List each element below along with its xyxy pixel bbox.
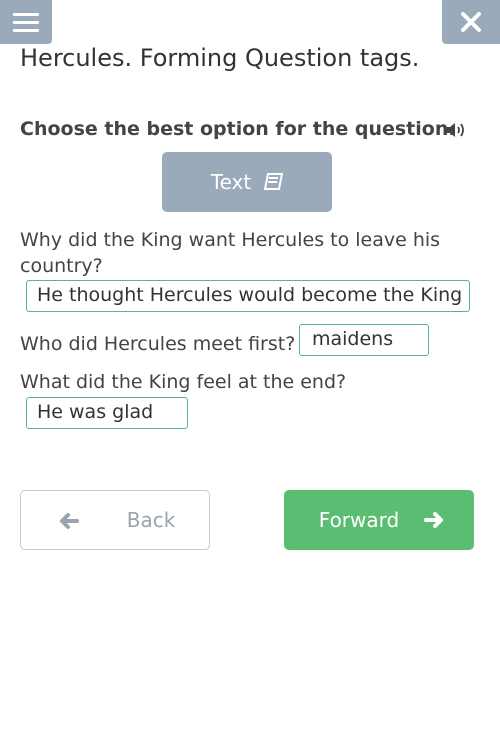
forward-button-label: Forward (318, 508, 400, 532)
back-button-label: Back (126, 508, 176, 532)
page-title: Hercules. Forming Question tags. (20, 44, 420, 72)
speaker-icon[interactable] (444, 119, 468, 141)
back-button[interactable]: Back (20, 490, 210, 550)
close-icon (461, 12, 481, 32)
arrow-right-icon (424, 512, 443, 528)
question-1-text: Why did the King want Hercules to leave … (20, 229, 441, 277)
question-2-text: Who did Hercules meet first? (20, 333, 296, 355)
answer-3-field[interactable]: He was glad (26, 397, 188, 429)
text-button-label: Text (210, 170, 252, 194)
forward-button[interactable]: Forward (284, 490, 474, 550)
hamburger-menu-icon (13, 12, 39, 16)
instruction-text: Choose the best option for the question. (20, 118, 456, 140)
question-3-text: What did the King feel at the end? (20, 371, 347, 393)
menu-button[interactable] (0, 0, 52, 44)
close-button[interactable] (442, 0, 500, 44)
arrow-left-icon (60, 513, 79, 529)
text-button[interactable]: Text (162, 152, 332, 212)
answer-2-field[interactable]: maidens (299, 324, 429, 356)
answer-1-field[interactable]: He thought Hercules would become the Kin… (26, 280, 470, 312)
book-icon (263, 173, 284, 190)
